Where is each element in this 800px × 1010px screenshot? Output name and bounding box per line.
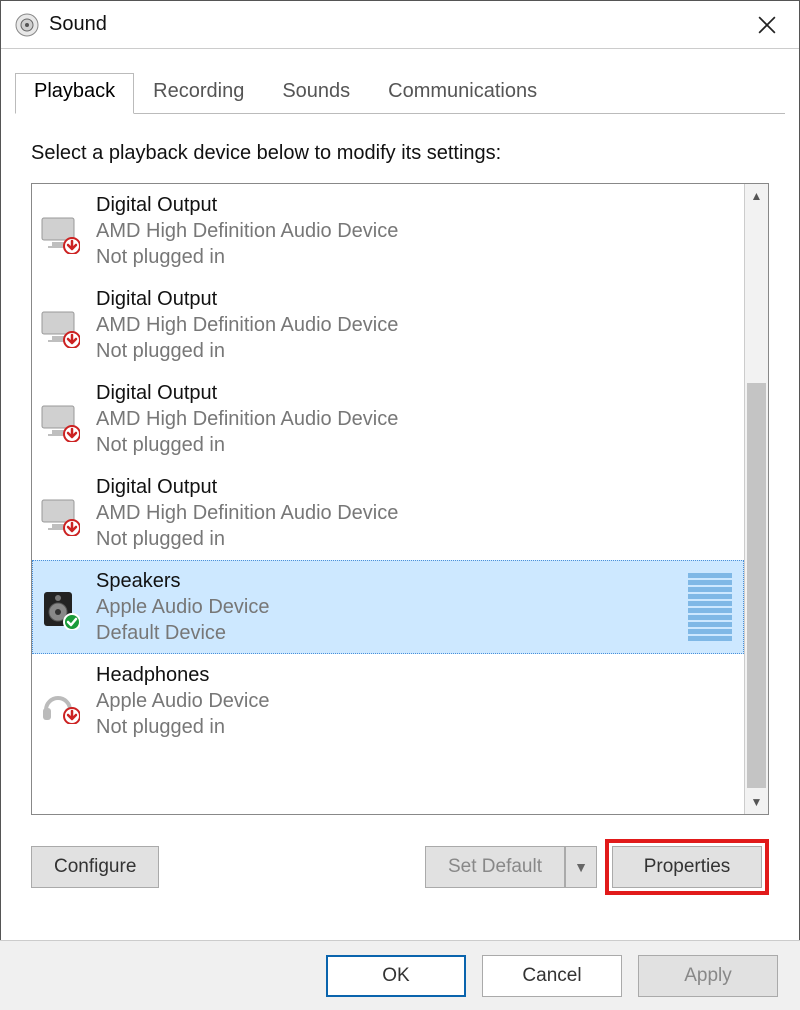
scroll-down-arrow-icon[interactable]: ▼ bbox=[745, 790, 768, 814]
device-status: Not plugged in bbox=[96, 338, 740, 364]
device-name: Headphones bbox=[96, 662, 740, 688]
device-list[interactable]: Digital OutputAMD High Definition Audio … bbox=[32, 184, 744, 814]
close-button[interactable] bbox=[743, 1, 791, 49]
configure-button[interactable]: Configure bbox=[31, 846, 159, 888]
speaker-icon bbox=[38, 584, 84, 630]
device-status: Not plugged in bbox=[96, 244, 740, 270]
properties-highlight: Properties bbox=[605, 839, 769, 895]
ok-button[interactable]: OK bbox=[326, 955, 466, 997]
device-status: Not plugged in bbox=[96, 432, 740, 458]
device-texts: Digital OutputAMD High Definition Audio … bbox=[96, 380, 740, 458]
device-status: Not plugged in bbox=[96, 526, 740, 552]
device-row[interactable]: Digital OutputAMD High Definition Audio … bbox=[32, 184, 744, 278]
set-default-dropdown-icon[interactable]: ▼ bbox=[565, 846, 597, 888]
monitor-icon bbox=[38, 490, 84, 536]
device-row[interactable]: Digital OutputAMD High Definition Audio … bbox=[32, 466, 744, 560]
device-name: Digital Output bbox=[96, 192, 740, 218]
scroll-track[interactable] bbox=[745, 208, 768, 790]
device-name: Speakers bbox=[96, 568, 688, 594]
device-row[interactable]: Digital OutputAMD High Definition Audio … bbox=[32, 372, 744, 466]
window-title: Sound bbox=[49, 13, 743, 36]
device-subtitle: AMD High Definition Audio Device bbox=[96, 312, 740, 338]
tab-communications[interactable]: Communications bbox=[369, 73, 556, 114]
monitor-icon bbox=[38, 302, 84, 348]
set-default-button[interactable]: Set Default ▼ bbox=[425, 846, 597, 888]
device-name: Digital Output bbox=[96, 286, 740, 312]
scroll-up-arrow-icon[interactable]: ▲ bbox=[745, 184, 768, 208]
vertical-scrollbar[interactable]: ▲ ▼ bbox=[744, 184, 768, 814]
scroll-thumb[interactable] bbox=[747, 383, 766, 788]
device-row[interactable]: SpeakersApple Audio DeviceDefault Device bbox=[32, 560, 744, 654]
device-subtitle: AMD High Definition Audio Device bbox=[96, 500, 740, 526]
instruction-text: Select a playback device below to modify… bbox=[31, 142, 769, 165]
device-texts: Digital OutputAMD High Definition Audio … bbox=[96, 192, 740, 270]
set-default-label[interactable]: Set Default bbox=[425, 846, 565, 888]
device-list-container: Digital OutputAMD High Definition Audio … bbox=[31, 183, 769, 815]
device-button-row: Configure Set Default ▼ Properties bbox=[31, 839, 769, 895]
device-subtitle: Apple Audio Device bbox=[96, 688, 740, 714]
volume-level-meter bbox=[688, 573, 732, 641]
device-row[interactable]: HeadphonesApple Audio DeviceNot plugged … bbox=[32, 654, 744, 748]
device-name: Digital Output bbox=[96, 474, 740, 500]
close-icon bbox=[758, 16, 776, 34]
monitor-icon bbox=[38, 396, 84, 442]
headphones-icon bbox=[38, 678, 84, 724]
monitor-icon bbox=[38, 208, 84, 254]
tab-strip: PlaybackRecordingSoundsCommunications bbox=[1, 49, 799, 114]
sound-app-icon bbox=[15, 13, 39, 37]
device-texts: Digital OutputAMD High Definition Audio … bbox=[96, 286, 740, 364]
cancel-button[interactable]: Cancel bbox=[482, 955, 622, 997]
device-subtitle: Apple Audio Device bbox=[96, 594, 688, 620]
device-subtitle: AMD High Definition Audio Device bbox=[96, 218, 740, 244]
properties-button[interactable]: Properties bbox=[612, 846, 762, 888]
tab-recording[interactable]: Recording bbox=[134, 73, 263, 114]
device-status: Default Device bbox=[96, 620, 688, 646]
device-subtitle: AMD High Definition Audio Device bbox=[96, 406, 740, 432]
dialog-footer: OK Cancel Apply bbox=[0, 940, 800, 1010]
device-texts: Digital OutputAMD High Definition Audio … bbox=[96, 474, 740, 552]
tab-playback[interactable]: Playback bbox=[15, 73, 134, 114]
device-name: Digital Output bbox=[96, 380, 740, 406]
device-status: Not plugged in bbox=[96, 714, 740, 740]
tab-sounds[interactable]: Sounds bbox=[263, 73, 369, 114]
apply-button[interactable]: Apply bbox=[638, 955, 778, 997]
device-texts: SpeakersApple Audio DeviceDefault Device bbox=[96, 568, 688, 646]
device-texts: HeadphonesApple Audio DeviceNot plugged … bbox=[96, 662, 740, 740]
titlebar: Sound bbox=[1, 1, 799, 49]
device-row[interactable]: Digital OutputAMD High Definition Audio … bbox=[32, 278, 744, 372]
